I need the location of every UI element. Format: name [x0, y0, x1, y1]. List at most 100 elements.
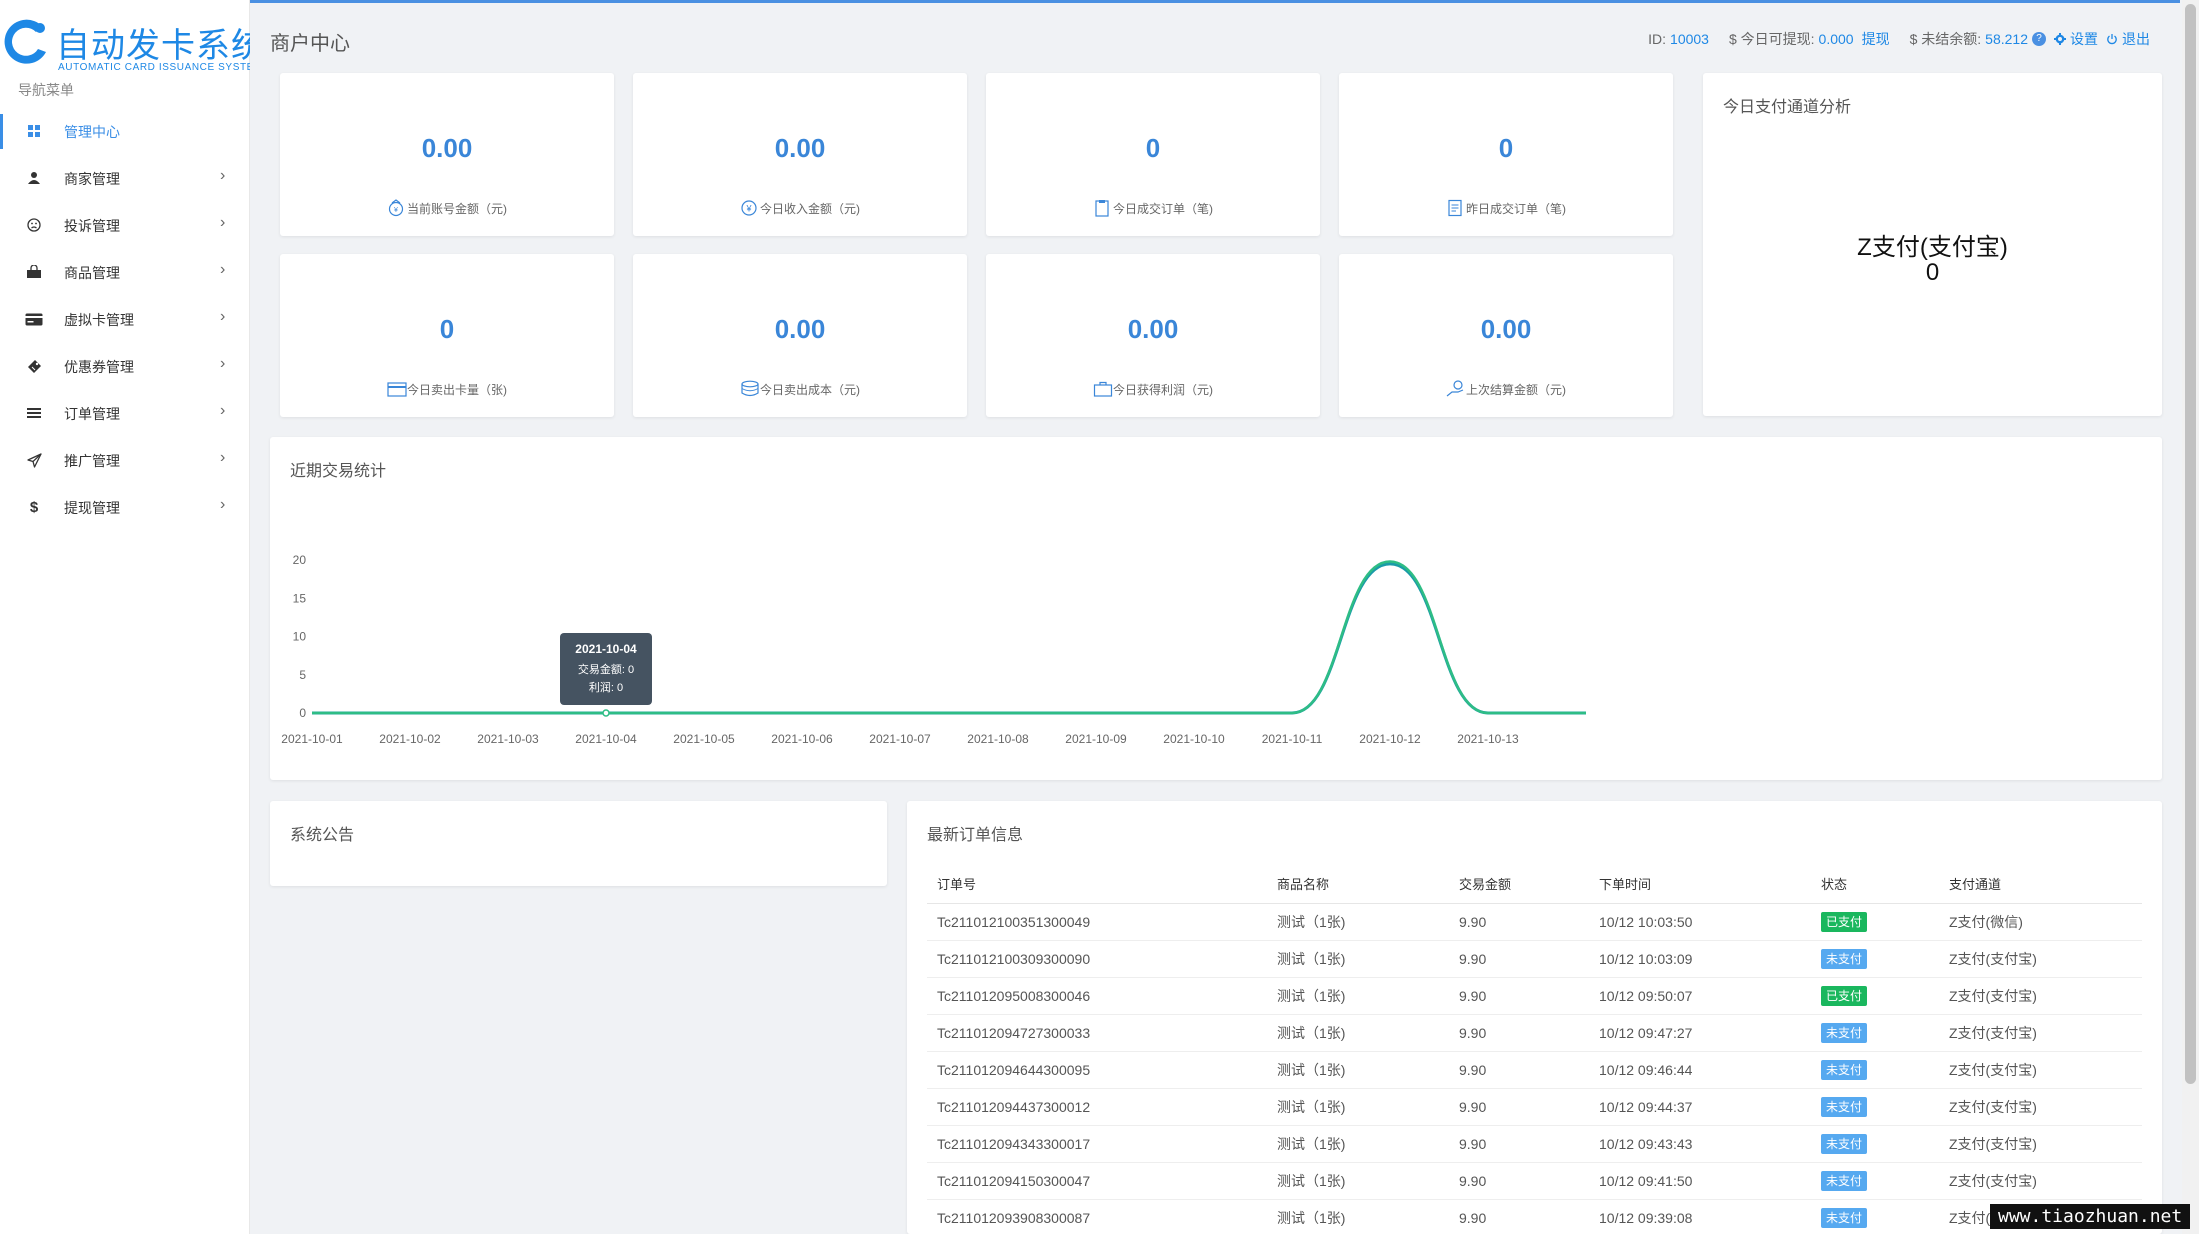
coins-icon [740, 380, 759, 398]
sidebar-item-0[interactable]: 管理中心 [0, 108, 250, 155]
chevron-right-icon: › [220, 496, 226, 513]
stat-card: 0 今日成交订单（笔) [986, 73, 1320, 236]
svg-text:$: $ [30, 499, 39, 515]
table-row[interactable]: Tc211012093908300087 测试（1张) 9.90 10/12 09:3… [927, 1199, 2142, 1234]
page-scrollbar[interactable] [2182, 0, 2199, 1234]
stat-value: 0 [1145, 133, 1161, 163]
column-header[interactable]: 交易金额 [1449, 865, 1589, 904]
order-time-cell: 10/12 09:41:50 [1589, 1162, 1811, 1200]
tooltip-marker [602, 709, 610, 717]
column-header[interactable]: 订单号 [927, 865, 1267, 904]
stat-label: ¥ 今日收入金额（元) [633, 199, 967, 217]
stat-label-text: 今日获得利润（元) [1113, 382, 1213, 397]
table-row[interactable]: Tc211012100351300049 测试（1张) 9.90 10/12 10:0… [927, 903, 2142, 941]
stat-label-text: 当前账号金额（元) [407, 201, 507, 216]
brand-logo[interactable]: 自动发卡系统 AUTOMATIC CARD ISSUANCE SYSTEM [0, 12, 265, 74]
table-row[interactable]: Tc211012100309300090 测试（1张) 9.90 10/12 10:0… [927, 940, 2142, 978]
table-row[interactable]: Tc211012094727300033 测试（1张) 9.90 10/12 09:4… [927, 1014, 2142, 1052]
order-id-cell: Tc211012094727300033 [927, 1014, 1267, 1052]
series-line [312, 562, 1586, 715]
stat-label: 今日获得利润（元) [986, 380, 1320, 398]
sidebar-item-1[interactable]: 商家管理 › [0, 155, 250, 202]
stat-value: 0.00 [1127, 314, 1179, 344]
sidebar-item-7[interactable]: 推广管理 › [0, 437, 250, 484]
logout-button[interactable]: 退出 [2106, 29, 2150, 49]
x-tick-label: 2021-10-10 [1163, 732, 1225, 746]
order-channel-cell: Z支付(支付宝) [1939, 1051, 2142, 1089]
stat-value: 0 [439, 314, 455, 344]
sidebar-item-2[interactable]: 投诉管理 › [0, 202, 250, 249]
stat-value: 0.00 [774, 133, 826, 163]
stat-label: 昨日成交订单（笔) [1339, 199, 1673, 217]
help-icon[interactable]: ? [2032, 32, 2046, 46]
settings-button[interactable]: 设置 [2054, 29, 2098, 49]
order-amount-cell: 9.90 [1449, 903, 1589, 941]
status-badge: 未支付 [1821, 1096, 1868, 1117]
order-status-cell: 未支付 [1811, 1088, 1939, 1126]
app-root: 自动发卡系统 AUTOMATIC CARD ISSUANCE SYSTEM 导航… [0, 0, 2199, 1234]
svg-text:¥: ¥ [394, 207, 398, 214]
sidebar-item-label: 推广管理 [64, 453, 120, 469]
status-badge: 未支付 [1821, 1170, 1868, 1191]
sidebar-item-5[interactable]: 优惠券管理 › [0, 343, 250, 390]
order-time-cell: 10/12 09:39:08 [1589, 1199, 1811, 1234]
table-row[interactable]: Tc211012094644300095 测试（1张) 9.90 10/12 09:4… [927, 1051, 2142, 1089]
stat-label-text: 上次结算金额（元) [1466, 382, 1566, 397]
order-time-cell: 10/12 10:03:50 [1589, 903, 1811, 941]
column-header[interactable]: 支付通道 [1939, 865, 2142, 904]
order-amount-cell: 9.90 [1449, 1014, 1589, 1052]
order-amount-cell: 9.90 [1449, 940, 1589, 978]
payment-channel-name: Z支付(支付宝) [1857, 234, 2008, 261]
order-product-cell: 测试（1张) [1267, 1125, 1449, 1163]
stat-card: 0.00 上次结算金额（元) [1339, 254, 1673, 417]
brand-title: 自动发卡系统 [56, 27, 266, 65]
power-icon [2107, 34, 2117, 45]
top-header: 商户中心 ID: 10003 $ 今日可提现: 0.000 提现 $ 未结余额:… [250, 0, 2180, 73]
order-amount-cell: 9.90 [1449, 1088, 1589, 1126]
sidebar-item-label: 订单管理 [64, 406, 120, 422]
merchant-id: ID: 10003 [1648, 31, 1709, 47]
sidebar-item-4[interactable]: 虚拟卡管理 › [0, 296, 250, 343]
order-amount-cell: 9.90 [1449, 977, 1589, 1015]
trade-line-chart[interactable]: 0 5 10 15 20 2021-10-01 2021-10-02 2021-10-03 20… [270, 437, 2162, 780]
paper-plane-icon [25, 451, 43, 469]
order-product-cell: 测试（1张) [1267, 977, 1449, 1015]
yen-icon: ¥ [740, 199, 758, 217]
status-badge: 未支付 [1821, 1207, 1868, 1228]
payment-channel-title: 今日支付通道分析 [1723, 99, 1852, 116]
x-tick-label: 2021-10-11 [1262, 732, 1323, 746]
column-header[interactable]: 状态 [1811, 865, 1939, 904]
orders-body: Tc211012100351300049 测试（1张) 9.90 10/12 10:0… [927, 903, 2142, 1234]
hand-money-icon [1446, 380, 1464, 398]
order-id-cell: Tc211012093908300087 [927, 1199, 1267, 1234]
order-time-cell: 10/12 09:44:37 [1589, 1088, 1811, 1126]
payment-channel-count: 0 [1925, 259, 1940, 286]
chevron-right-icon: › [220, 167, 226, 184]
sidebar-item-label: 投诉管理 [64, 218, 120, 234]
sidebar-item-label: 商家管理 [64, 171, 120, 187]
table-row[interactable]: Tc211012095008300046 测试（1张) 9.90 10/12 09:5… [927, 977, 2142, 1015]
sidebar-item-6[interactable]: 订单管理 › [0, 390, 250, 437]
sad-face-icon [25, 216, 43, 234]
card-icon [387, 380, 407, 398]
table-row[interactable]: Tc211012094343300017 测试（1张) 9.90 10/12 09:4… [927, 1125, 2142, 1163]
x-tick-label: 2021-10-03 [477, 732, 539, 746]
sidebar-item-3[interactable]: 商品管理 › [0, 249, 250, 296]
table-row[interactable]: Tc211012094437300012 测试（1张) 9.90 10/12 09:4… [927, 1088, 2142, 1126]
order-channel-cell: Z支付(支付宝) [1939, 940, 2142, 978]
scrollbar-thumb[interactable] [2185, 4, 2196, 1084]
order-product-cell: 测试（1张) [1267, 1088, 1449, 1126]
column-header[interactable]: 商品名称 [1267, 865, 1449, 904]
column-header[interactable]: 下单时间 [1589, 865, 1811, 904]
withdraw-link[interactable]: 提现 [1862, 29, 1890, 49]
order-id-cell: Tc211012100309300090 [927, 940, 1267, 978]
order-channel-cell: Z支付(微信) [1939, 903, 2142, 941]
latest-orders-panel: 最新订单信息 订单号 商品名称 交易金额 下单时间 状态 支付通道 Tc211012100… [907, 801, 2162, 1234]
table-row[interactable]: Tc211012094150300047 测试（1张) 9.90 10/12 09:4… [927, 1162, 2142, 1200]
tooltip-line: 交易金额: 0 [578, 662, 634, 676]
credit-card-icon [25, 310, 43, 328]
sidebar-item-8[interactable]: $ 提现管理 › [0, 484, 250, 531]
svg-text:¥: ¥ [745, 204, 752, 214]
system-notice-panel: 系统公告 [270, 801, 887, 886]
stat-card: 0.00 今日卖出成本（元) [633, 254, 967, 417]
